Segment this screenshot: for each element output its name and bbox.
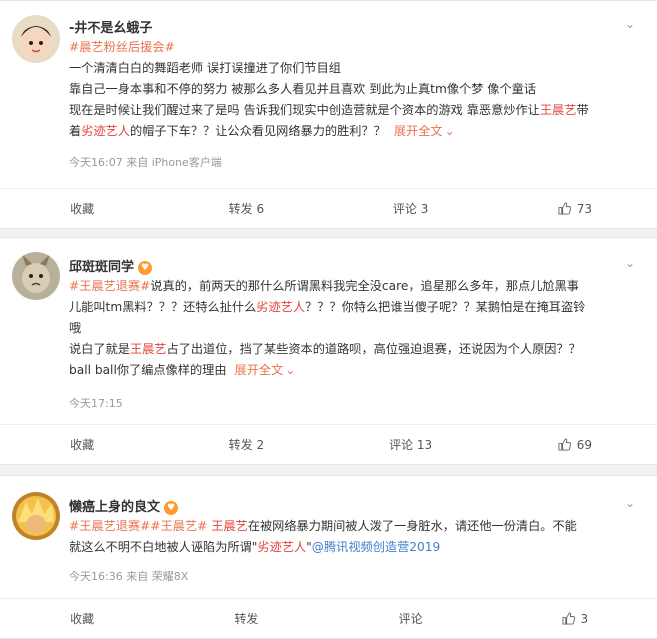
label-highlight: 劣迹艺人 (256, 300, 306, 314)
heart-badge-icon: ♥ (138, 261, 153, 275)
collect-button[interactable]: 收藏 (0, 189, 164, 228)
action-bar: 收藏 转发 6 评论 3 73 (0, 188, 657, 228)
text-fragment: 说白了就是 (69, 342, 130, 356)
name-highlight: 王晨艺 (211, 519, 248, 533)
heart-badge-icon: ♥ (164, 501, 179, 515)
collect-label: 收藏 (70, 438, 95, 452)
chevron-down-icon[interactable]: ⌄ (625, 17, 635, 31)
like-count: 3 (580, 611, 589, 626)
collect-button[interactable]: 收藏 (0, 599, 164, 638)
text-line: 一个清清白白的舞蹈老师 误打误撞进了你们节目组 (69, 61, 341, 75)
text-line: 靠自己一身本事和不停的努力 被那么多人看见并且喜欢 到此为止真tm像个梦 像个童… (69, 82, 537, 96)
text-fragment: 就这么不明不白地被人诬陷为所谓" (69, 540, 258, 554)
text-fragment: 着 (69, 124, 82, 138)
post-card: -井不是幺蛾子 ⌄ #晨艺粉丝后援会# 一个清清白白的舞蹈老师 误打误撞进了你们… (0, 0, 657, 229)
collect-label: 收藏 (70, 202, 95, 216)
collect-button[interactable]: 收藏 (0, 425, 164, 464)
comment-label: 评论 13 (389, 438, 433, 452)
username[interactable]: 懒癌上身的良文 (69, 500, 160, 515)
hashtag[interactable]: #王晨艺退赛# (69, 519, 150, 533)
chevron-down-icon[interactable]: ⌄ (285, 363, 295, 377)
thumbs-up-icon (558, 202, 571, 215)
hashtag[interactable]: #王晨艺# (150, 519, 207, 533)
text-fragment: 占了出道位，挡了某些资本的道路呗，高位强迫退赛，还说因为个人原因？？ (166, 342, 581, 356)
text-fragment: 的帽子下车？？让公众看见网络暴力的胜利？？ (129, 124, 386, 138)
comment-button[interactable]: 评论 13 (329, 425, 493, 464)
post-card: 懒癌上身的良文 ♥ ⌄ #王晨艺退赛##王晨艺# 王晨艺在被网络暴力期间被人泼了一… (0, 475, 657, 639)
username[interactable]: -井不是幺蛾子 (69, 17, 152, 36)
repost-button[interactable]: 转发 2 (164, 425, 328, 464)
text-line: 哦 (69, 321, 82, 335)
avatar[interactable] (12, 15, 60, 63)
repost-label: 转发 6 (228, 202, 265, 216)
like-button[interactable]: 73 (493, 189, 657, 228)
post-meta: 今天17:15 (69, 397, 123, 410)
comment-label: 评论 (398, 612, 423, 626)
name-highlight: 王晨艺 (129, 342, 167, 356)
username[interactable]: 邱斑斑同学 (69, 260, 134, 275)
post-card: 邱斑斑同学 ♥ ⌄ #王晨艺退赛#说真的，前两天的那什么所谓黑料我完全没care，… (0, 237, 657, 465)
text-fragment: 在被网络暴力期间被人泼了一身脏水，请还他一份清白。不能 (247, 519, 577, 533)
label-highlight: 劣迹艺人 (81, 124, 130, 138)
repost-button[interactable]: 转发 (164, 599, 328, 638)
expand-link[interactable]: 展开全文 (235, 363, 284, 377)
action-bar: 收藏 转发 2 评论 13 69 (0, 424, 657, 464)
action-bar: 收藏 转发 评论 3 (0, 598, 657, 638)
thumbs-up-icon (562, 612, 575, 625)
text-fragment: 带 (576, 103, 589, 117)
username-row: 懒癌上身的良文 ♥ (69, 496, 179, 515)
username-row: 邱斑斑同学 ♥ (69, 256, 153, 275)
text-fragment: 现在是时候让我们醒过来了是吗 告诉我们现实中创造营就是个资本的游戏 靠恶意炒作让 (69, 103, 540, 117)
collect-label: 收藏 (70, 612, 95, 626)
hashtag[interactable]: #晨艺粉丝后援会# (69, 40, 175, 54)
text-fragment: ball ball你了编点像样的理由 (69, 363, 227, 377)
repost-button[interactable]: 转发 6 (164, 189, 328, 228)
text-fragment: 儿能叫tm黑料？？？还特么扯什么 (69, 300, 257, 314)
chevron-down-icon[interactable]: ⌄ (625, 256, 635, 270)
label-highlight: 劣迹艺人 (257, 540, 307, 554)
comment-button[interactable]: 评论 (329, 599, 493, 638)
repost-label: 转发 (234, 612, 259, 626)
post-content: #王晨艺退赛##王晨艺# 王晨艺在被网络暴力期间被人泼了一身脏水，请还他一份清白… (69, 516, 645, 558)
post-content: #王晨艺退赛#说真的，前两天的那什么所谓黑料我完全没care，追星那么多年，那点… (69, 276, 645, 381)
weibo-feed: -井不是幺蛾子 ⌄ #晨艺粉丝后援会# 一个清清白白的舞蹈老师 误打误撞进了你们… (0, 0, 657, 639)
thumbs-up-icon (558, 438, 571, 451)
like-count: 73 (576, 201, 593, 216)
text-fragment: 说真的，前两天的那什么所谓黑料我完全没care，追星那么多年，那点儿尬黑事 (150, 279, 579, 293)
mention-link[interactable]: @腾讯视频创造营2019 (312, 540, 441, 554)
name-highlight: 王晨艺 (539, 103, 577, 117)
chevron-down-icon[interactable]: ⌄ (445, 124, 455, 138)
avatar[interactable] (12, 252, 60, 300)
text-fragment: ？？？你特么把谁当傻子呢？？某鹅怕是在掩耳盗铃 (305, 300, 586, 314)
post-meta: 今天16:07 来自 iPhone客户端 (69, 156, 222, 169)
hashtag[interactable]: #王晨艺退赛# (69, 279, 150, 293)
comment-label: 评论 3 (392, 202, 429, 216)
like-button[interactable]: 3 (493, 599, 657, 638)
avatar[interactable] (12, 492, 60, 540)
like-count: 69 (576, 437, 593, 452)
expand-link[interactable]: 展开全文 (394, 124, 443, 138)
post-meta: 今天16:36 来自 荣耀8X (69, 570, 189, 583)
like-button[interactable]: 69 (493, 425, 657, 464)
chevron-down-icon[interactable]: ⌄ (625, 496, 635, 510)
comment-button[interactable]: 评论 3 (329, 189, 493, 228)
repost-label: 转发 2 (228, 438, 265, 452)
post-content: #晨艺粉丝后援会# 一个清清白白的舞蹈老师 误打误撞进了你们节目组 靠自己一身本… (69, 37, 645, 142)
